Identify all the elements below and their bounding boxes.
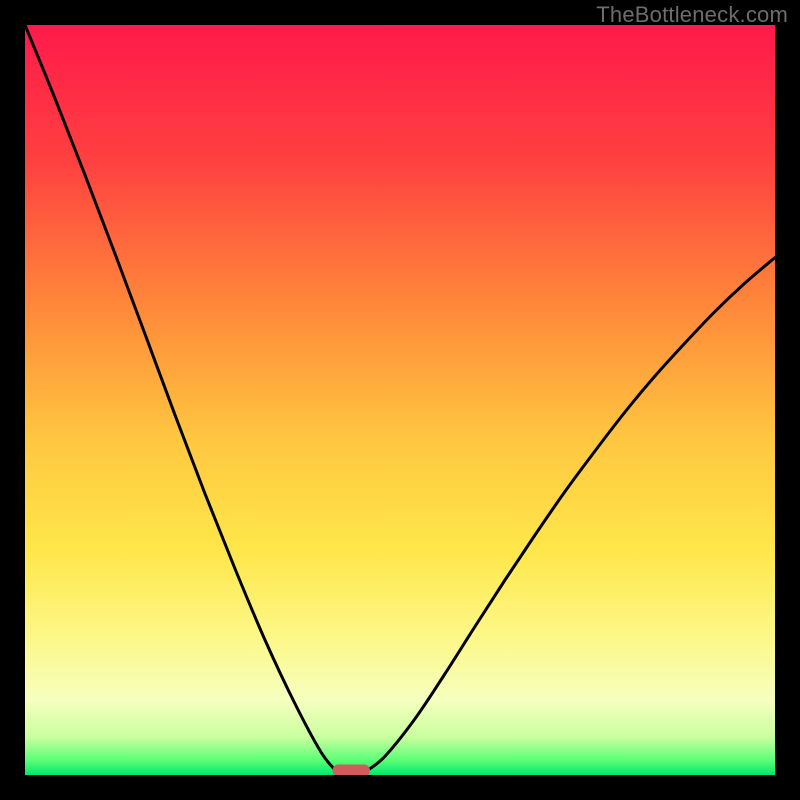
bottleneck-chart: [25, 25, 775, 775]
chart-background: [25, 25, 775, 775]
watermark-text: TheBottleneck.com: [596, 2, 788, 28]
min-marker: [333, 765, 371, 776]
chart-frame: [25, 25, 775, 775]
